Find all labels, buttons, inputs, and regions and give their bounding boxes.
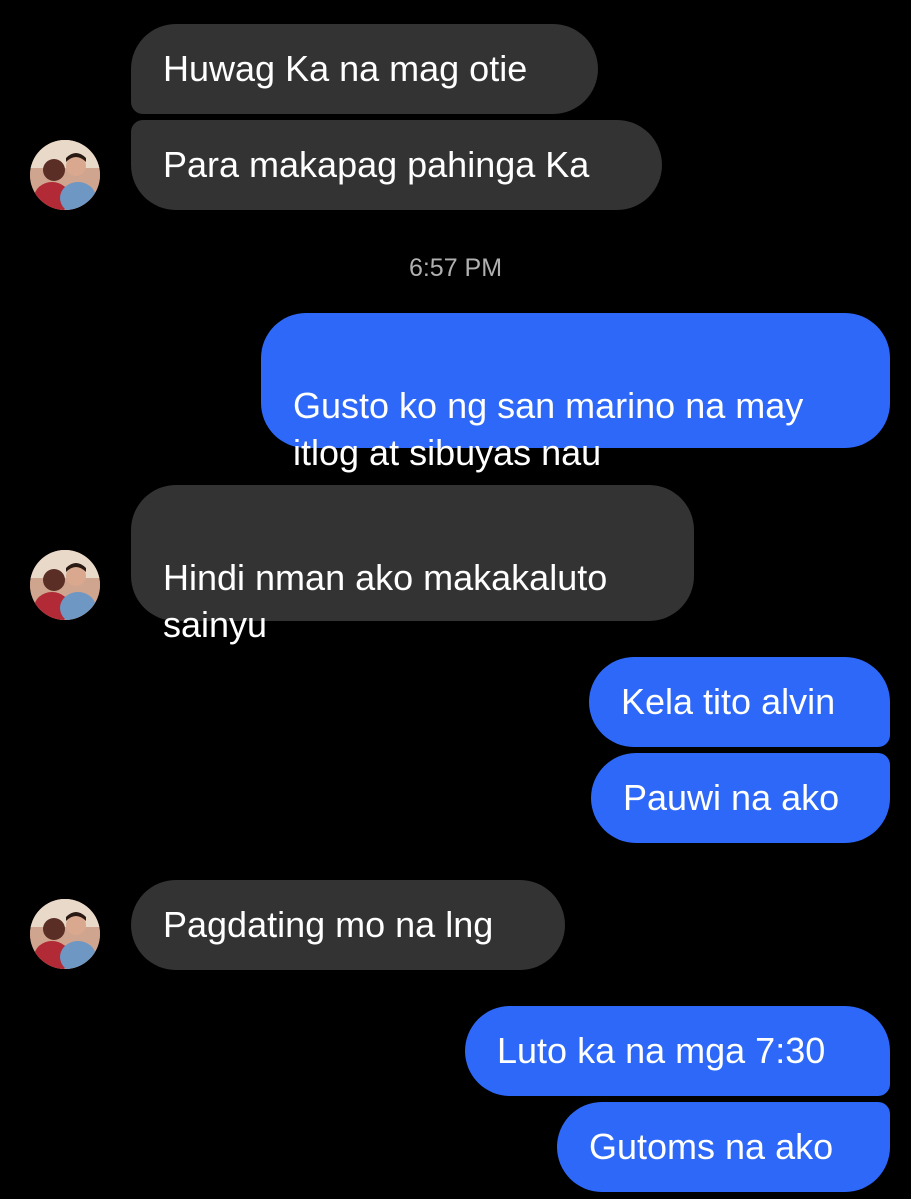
outgoing-message[interactable]: Kela tito alvin (589, 657, 890, 747)
contact-avatar[interactable] (30, 140, 100, 210)
outgoing-message[interactable]: Pauwi na ako (591, 753, 890, 843)
outgoing-message[interactable]: Luto ka na mga 7:30 (465, 1006, 890, 1096)
message-text: Pagdating mo na lng (163, 904, 494, 945)
contact-photo-icon (30, 550, 100, 620)
outgoing-message[interactable]: Gusto ko ng san marino na may itlog at s… (261, 313, 890, 473)
incoming-message[interactable]: Hindi nman ako makakaluto sainyu (131, 485, 694, 645)
incoming-message[interactable]: Para makapag pahinga Ka (131, 120, 662, 210)
message-text: Huwag Ka na mag otie (163, 48, 528, 89)
outgoing-message[interactable]: Gutoms na ako (557, 1102, 890, 1192)
incoming-message[interactable]: Huwag Ka na mag otie (131, 24, 598, 114)
message-text: Para makapag pahinga Ka (163, 144, 590, 185)
incoming-message[interactable]: Pagdating mo na lng (131, 880, 565, 970)
message-text: Luto ka na mga 7:30 (497, 1030, 826, 1071)
message-text: Gusto ko ng san marino na may itlog at s… (293, 385, 804, 473)
contact-avatar[interactable] (30, 899, 100, 969)
contact-photo-icon (30, 899, 100, 969)
message-text: Kela tito alvin (621, 681, 836, 722)
message-timestamp: 6:57 PM (408, 254, 503, 282)
message-text: Gutoms na ako (589, 1126, 834, 1167)
contact-avatar[interactable] (30, 550, 100, 620)
message-text: Pauwi na ako (623, 777, 840, 818)
contact-photo-icon (30, 140, 100, 210)
message-text: Hindi nman ako makakaluto sainyu (163, 557, 608, 645)
